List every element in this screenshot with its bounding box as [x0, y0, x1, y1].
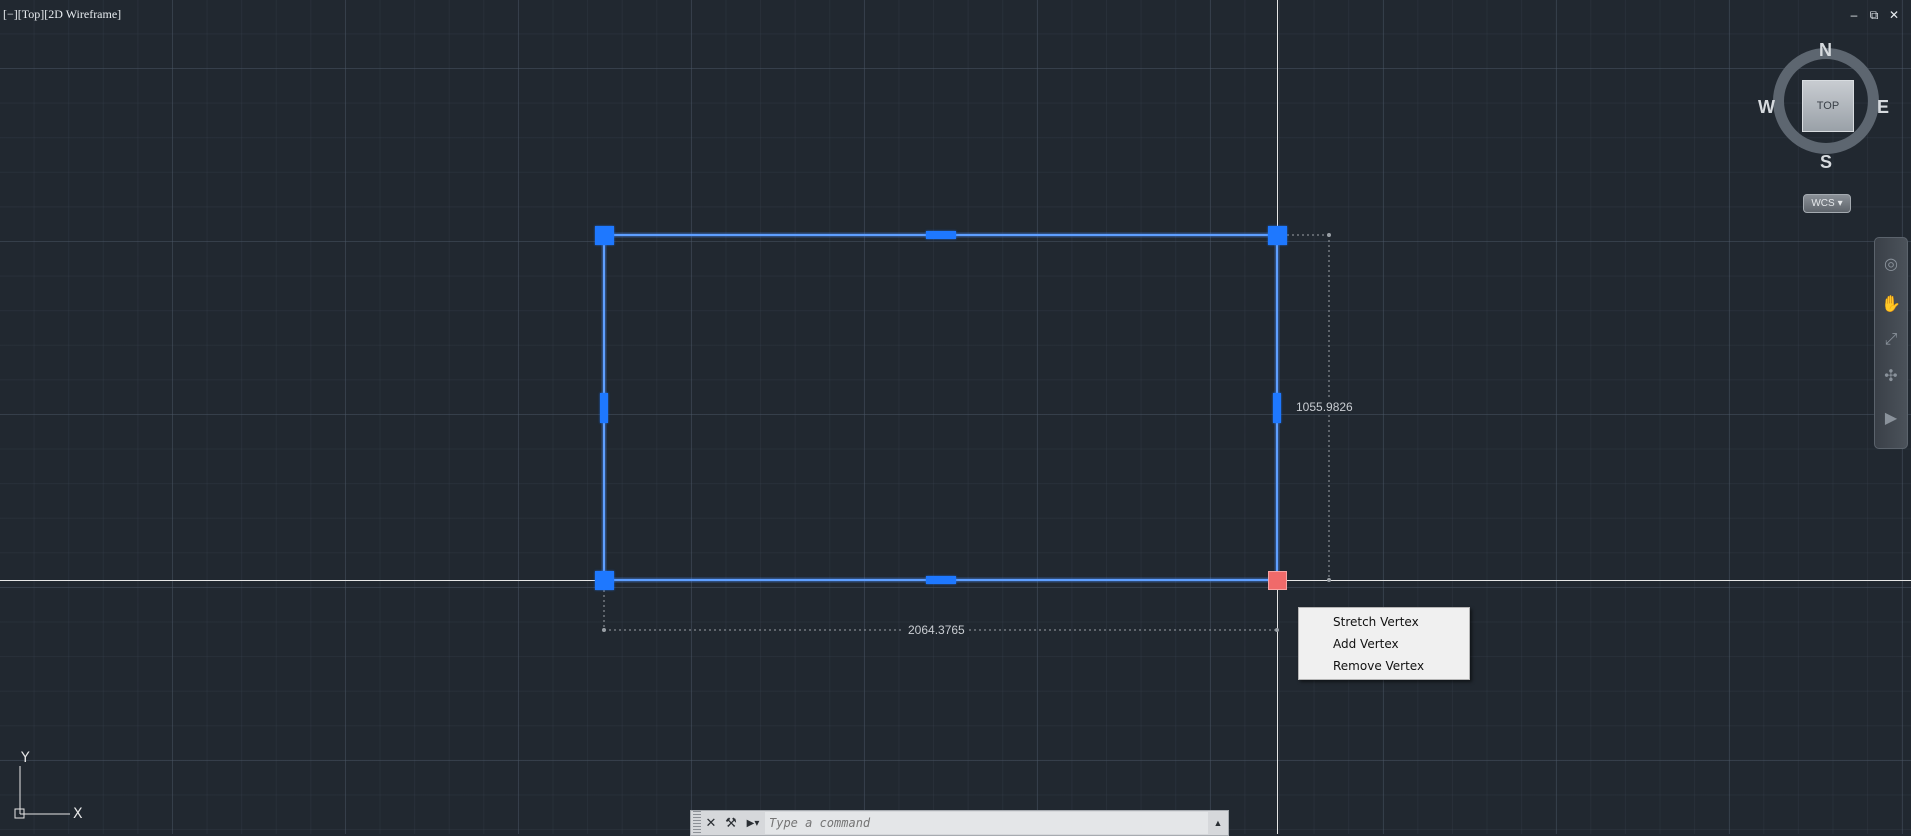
rectangle-polyline	[603, 234, 1278, 581]
compass-north[interactable]: N	[1819, 40, 1832, 61]
command-line-drag-handle[interactable]	[693, 811, 701, 835]
pan-hand-icon[interactable]: ✋	[1881, 294, 1901, 314]
zoom-extents-icon[interactable]: ⤢	[1881, 330, 1901, 350]
customize-wrench-icon[interactable]: ⚒	[721, 813, 741, 833]
rectangle-polyline-glow	[601, 232, 1280, 583]
viewcube-top-face[interactable]: TOP	[1802, 80, 1854, 132]
dimension-point	[1327, 578, 1331, 582]
compass-east[interactable]: E	[1877, 97, 1889, 118]
close-icon[interactable]: ✕	[701, 813, 721, 833]
polyline-drawing	[601, 232, 1331, 632]
wcs-menu-button[interactable]: WCS ▾	[1803, 194, 1851, 213]
grip-midpoint-right[interactable]	[1273, 393, 1281, 423]
grip-vertex-top-left[interactable]	[595, 226, 614, 245]
navigation-bar: ◎ ✋ ⤢ ✣ ▶	[1874, 237, 1908, 449]
command-line-bar: ✕ ⚒ ▶▾ ▲	[690, 810, 1229, 836]
grip-midpoint-bottom[interactable]	[926, 576, 956, 584]
wcs-label: WCS	[1811, 198, 1835, 209]
compass-west[interactable]: W	[1758, 97, 1775, 118]
grip-midpoint-top[interactable]	[926, 231, 956, 239]
menu-item-remove-vertex[interactable]: Remove Vertex	[1299, 655, 1469, 677]
dimension-point	[602, 628, 606, 632]
showmotion-icon[interactable]: ▶	[1881, 408, 1901, 428]
menu-item-stretch-vertex[interactable]: Stretch Vertex	[1299, 611, 1469, 633]
ucs-y-label: Y	[20, 750, 30, 766]
grip-vertex-bottom-right-hot[interactable]	[1268, 571, 1287, 590]
chevron-down-icon: ▾	[1837, 198, 1843, 209]
grip-midpoint-left[interactable]	[600, 393, 608, 423]
drawing-viewport[interactable]: [−][Top][2D Wireframe] ‒ ⧉ ✕ 1055.9826 2…	[0, 0, 1911, 836]
grip-context-menu: Stretch Vertex Add Vertex Remove Vertex	[1298, 607, 1470, 680]
command-history-arrow-icon[interactable]: ▲	[1208, 813, 1228, 833]
steering-wheel-icon[interactable]: ◎	[1881, 254, 1901, 274]
recent-commands-icon[interactable]: ▶▾	[741, 813, 765, 833]
dimension-point	[1275, 628, 1279, 632]
compass-south[interactable]: S	[1820, 152, 1832, 173]
dimension-horizontal-value: 2064.3765	[904, 623, 969, 637]
orbit-icon[interactable]: ✣	[1881, 366, 1901, 386]
command-input[interactable]	[765, 812, 1208, 834]
ucs-icon: Y X	[14, 750, 83, 820]
ucs-x-label: X	[73, 806, 83, 820]
dimension-vertical-value: 1055.9826	[1292, 400, 1357, 414]
viewcube[interactable]: N S E W TOP	[1758, 40, 1892, 180]
grip-vertex-bottom-left[interactable]	[595, 571, 614, 590]
dimension-point	[1327, 233, 1331, 237]
menu-item-add-vertex[interactable]: Add Vertex	[1299, 633, 1469, 655]
grip-vertex-top-right[interactable]	[1268, 226, 1287, 245]
